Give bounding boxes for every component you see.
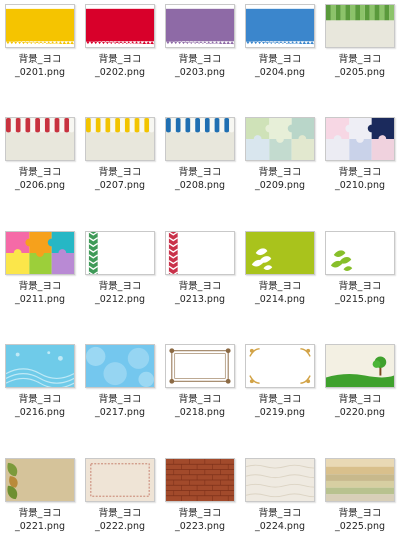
file-item[interactable]: 背景_ヨコ _0216.png [0,340,80,440]
white-leaves-thumbnail [325,231,395,275]
kraft-leaves-thumbnail [5,458,75,502]
file-item[interactable]: 背景_ヨコ _0210.png [320,113,400,213]
file-name: 背景_ヨコ _0206.png [14,167,66,191]
pink-navy-puzzle-thumbnail [325,117,395,161]
file-name: 背景_ヨコ _0215.png [334,281,386,305]
file-item[interactable]: 背景_ヨコ _0205.png [320,0,400,100]
file-name: 背景_ヨコ _0201.png [14,54,66,78]
file-item[interactable]: 背景_ヨコ _0212.png [80,227,160,327]
paper-texture-thumbnail [245,458,315,502]
yellow-awning-thumbnail [85,117,155,161]
file-name: 背景_ヨコ _0218.png [174,394,226,418]
file-name: 背景_ヨコ _0220.png [334,394,386,418]
file-name: 背景_ヨコ _0203.png [174,54,226,78]
file-item[interactable]: 背景_ヨコ _0213.png [160,227,240,327]
file-name: 背景_ヨコ _0224.png [254,508,306,532]
file-item[interactable]: 背景_ヨコ _0222.png [80,454,160,554]
file-item[interactable]: 背景_ヨコ _0204.png [240,0,320,100]
blue-waves-thumbnail [5,344,75,388]
file-item[interactable]: 背景_ヨコ _0208.png [160,113,240,213]
blue-awning-thumbnail [165,117,235,161]
file-item[interactable]: 背景_ヨコ _0221.png [0,454,80,554]
file-item[interactable]: 背景_ヨコ _0223.png [160,454,240,554]
file-name: 背景_ヨコ _0214.png [254,281,306,305]
file-name: 背景_ヨコ _0211.png [14,281,66,305]
file-item[interactable]: 背景_ヨコ _0209.png [240,113,320,213]
file-name: 背景_ヨコ _0221.png [14,508,66,532]
green-leaves-thumbnail [245,231,315,275]
brick-wall-thumbnail [165,458,235,502]
file-item[interactable]: 背景_ヨコ _0211.png [0,227,80,327]
colorful-puzzle-thumbnail [5,231,75,275]
file-name: 背景_ヨコ _0222.png [94,508,146,532]
file-name: 背景_ヨコ _0216.png [14,394,66,418]
file-item[interactable]: 背景_ヨコ _0225.png [320,454,400,554]
file-name: 背景_ヨコ _0225.png [334,508,386,532]
watercolor-stripes-thumbnail [325,458,395,502]
brown-ornate-frame-thumbnail [165,344,235,388]
file-name: 背景_ヨコ _0210.png [334,167,386,191]
file-name: 背景_ヨコ _0202.png [94,54,146,78]
ribbon-blue-thumbnail [245,4,315,48]
file-name: 背景_ヨコ _0213.png [174,281,226,305]
gold-ornate-frame-thumbnail [245,344,315,388]
file-item[interactable]: 背景_ヨコ _0214.png [240,227,320,327]
file-name: 背景_ヨコ _0209.png [254,167,306,191]
tree-landscape-thumbnail [325,344,395,388]
green-awning-thumbnail [325,4,395,48]
file-item[interactable]: 背景_ヨコ _0201.png [0,0,80,100]
green-zigzag-border-thumbnail [85,231,155,275]
file-name: 背景_ヨコ _0205.png [334,54,386,78]
stitched-frame-thumbnail [85,458,155,502]
ribbon-purple-thumbnail [165,4,235,48]
file-name: 背景_ヨコ _0219.png [254,394,306,418]
file-name: 背景_ヨコ _0217.png [94,394,146,418]
green-puzzle-thumbnail [245,117,315,161]
file-item[interactable]: 背景_ヨコ _0224.png [240,454,320,554]
file-item[interactable]: 背景_ヨコ _0215.png [320,227,400,327]
file-name: 背景_ヨコ _0204.png [254,54,306,78]
file-grid: 背景_ヨコ _0201.png 背景_ヨコ _0202.png 背景_ヨコ _0203… [0,0,400,540]
file-name: 背景_ヨコ _0207.png [94,167,146,191]
file-item[interactable]: 背景_ヨコ _0220.png [320,340,400,440]
ribbon-red-thumbnail [85,4,155,48]
red-awning-thumbnail [5,117,75,161]
file-item[interactable]: 背景_ヨコ _0219.png [240,340,320,440]
blue-bubbles-thumbnail [85,344,155,388]
red-zigzag-border-thumbnail [165,231,235,275]
file-item[interactable]: 背景_ヨコ _0217.png [80,340,160,440]
ribbon-yellow-thumbnail [5,4,75,48]
file-item[interactable]: 背景_ヨコ _0203.png [160,0,240,100]
file-item[interactable]: 背景_ヨコ _0218.png [160,340,240,440]
file-item[interactable]: 背景_ヨコ _0207.png [80,113,160,213]
file-name: 背景_ヨコ _0223.png [174,508,226,532]
file-item[interactable]: 背景_ヨコ _0202.png [80,0,160,100]
file-name: 背景_ヨコ _0212.png [94,281,146,305]
file-name: 背景_ヨコ _0208.png [174,167,226,191]
file-item[interactable]: 背景_ヨコ _0206.png [0,113,80,213]
